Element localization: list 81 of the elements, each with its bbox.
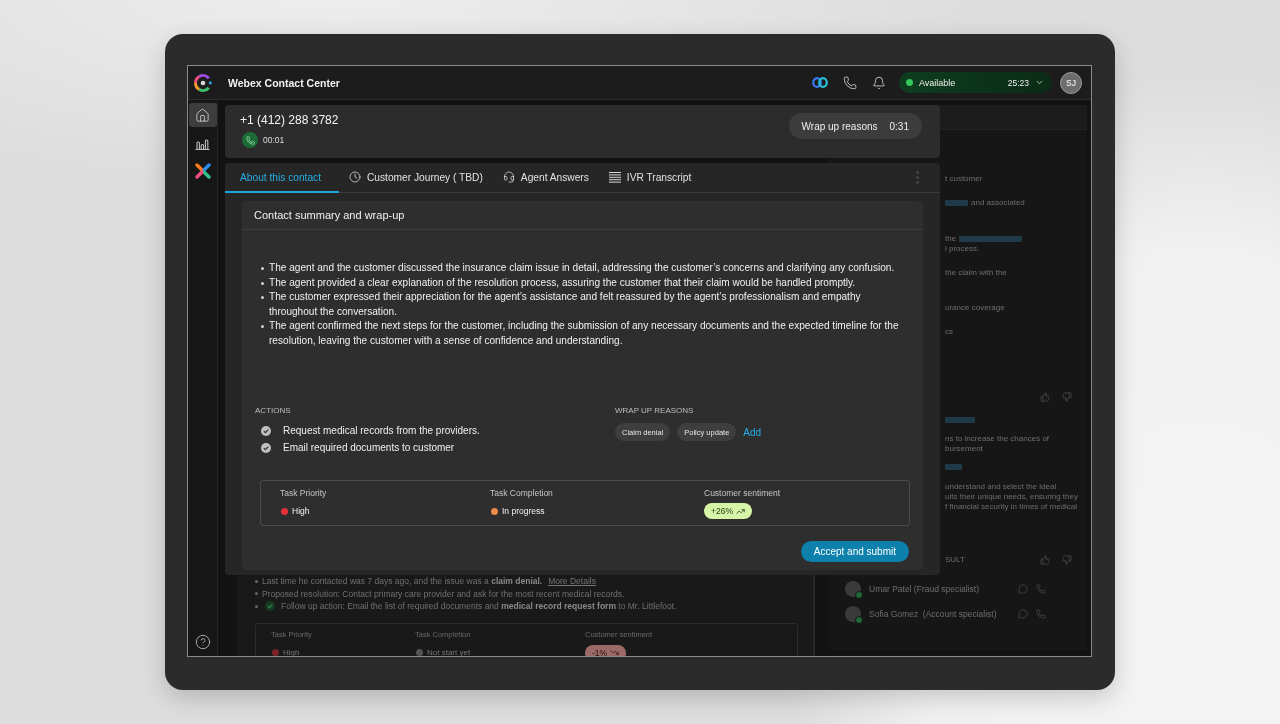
tab[interactable]: Agent Answers [492,163,599,193]
x-shape-icon [194,163,211,179]
answer-text: and associated [971,198,1025,208]
accept-submit-button[interactable]: Accept and submit [800,541,909,562]
bullet-icon [261,281,264,285]
sentiment-value: +26% [711,506,733,516]
app-title: Webex Contact Center [228,76,340,89]
trend-up-icon [736,506,745,516]
metric-value: High [292,506,310,516]
thumbs-up-icon[interactable] [1040,555,1050,565]
answer-text: uits their unique needs, ensuring they [945,492,1078,502]
app-logo-icon [193,72,213,93]
more-details-link[interactable]: More Details [548,576,596,586]
phone-number: +1 (412) 288 3782 [240,113,339,127]
metric-value: Not start yet [427,648,471,656]
summary-text: Follow up action: Email the list of required documents and medical record request form to Mr. Littlefoot. [281,600,677,613]
bullet-icon [255,604,258,608]
nav-button[interactable] [188,103,217,127]
illegible-link[interactable] [945,200,968,206]
chevron-down-icon [1035,78,1044,87]
answer-text: cs [945,327,953,337]
bullet-icon [261,325,264,328]
section-heading: ACTIONS [255,406,291,416]
answer-text: ns to increase the chances of [945,434,1050,444]
trend-down-icon [610,648,620,656]
add-link[interactable]: Add [743,426,762,438]
bar-chart-icon [195,136,210,150]
summary-text: The agent confirmed the next steps for the customer, including the submission of any necessary documents and the expected timeline for the resolution, leaving the customer with a sense of confidence and understanding. [269,319,900,348]
thumbs-up-icon[interactable] [1040,392,1050,402]
metric-label: Customer sentiment [704,488,781,498]
user-avatar[interactable]: SJ [1060,71,1082,94]
wrap-up-reasons-button[interactable]: Wrap up reasons 0:31 [788,113,922,139]
loops-icon[interactable] [812,77,828,88]
bullet-icon [255,592,258,596]
status-dot-icon [906,79,913,86]
section-heading: SULT [945,555,965,565]
headset-icon [502,171,515,183]
bell-icon[interactable] [872,75,886,90]
answer-text: t customer [945,174,983,184]
thumbs-down-icon[interactable] [1062,392,1072,402]
card-title: Contact summary and wrap-up [242,201,923,230]
section-heading: WRAP UP REASONS [615,406,694,416]
illegible-link[interactable] [945,464,962,470]
thumbs-down-icon[interactable] [1062,555,1072,565]
answer-text: urance coverage [945,303,1005,313]
answer-text: f financial security in times of medical [945,502,1078,512]
bullet-icon [255,579,258,583]
chat-icon[interactable] [1018,584,1028,594]
summary-text: Proposed resolution: Contact primary care provider and ask for the most recent medical records. [262,587,625,600]
answer-text: bursement [945,444,983,454]
action-text: Request medical records from the providers. [283,425,480,436]
help-icon[interactable] [194,634,211,650]
chat-icon[interactable] [1018,609,1028,619]
clock-icon [349,171,361,183]
answer-text: understand and select the ideal [945,482,1057,492]
tab[interactable]: IVR Transcript [598,163,702,193]
illegible-link[interactable] [959,236,1023,242]
expert-name: Sofia Gomez (Account specialist) [869,609,997,619]
metric-label: Task Completion [490,488,553,498]
summary-text: The agent and the customer discussed the insurance claim issue in detail, addressing the customer’s concerns and clarifying any confusion. [269,261,895,275]
tab[interactable]: Customer Journey ( TBD) [339,163,493,193]
answer-text: the claim with the [945,268,1007,278]
home-icon [195,107,210,123]
action-text: Email required documents to customer [283,442,455,453]
summary-text: The customer expressed their appreciation for the agent’s assistance and felt reassured by the agent’s professionalism and empathy throughout the conversation. [269,290,862,319]
list-lines-icon [608,171,621,183]
bullet-icon [261,267,264,270]
summary-text: The agent provided a clear explanation of the resolution process, assuring the customer that their claim would be handled promptly. [269,275,856,290]
metric-label: Task Priority [280,488,327,498]
metric-value: High [283,648,300,656]
illegible-link[interactable] [945,417,975,423]
status-selector[interactable]: Available 25:23 [899,72,1052,93]
bullet-icon [261,296,264,299]
expert-name: Umar Patel (Fraud specialist) [869,584,980,594]
active-call-icon [242,132,258,148]
tab[interactable]: About this contact [225,163,339,193]
call-timer: 00:01 [263,135,285,145]
summary-text: Last time he contacted was 7 days ago, and the issue was a claim denial. More Details [262,575,596,588]
metric-value: In progress [502,506,545,516]
answer-text: the [945,234,957,244]
sentiment-value: -1% [592,647,608,656]
